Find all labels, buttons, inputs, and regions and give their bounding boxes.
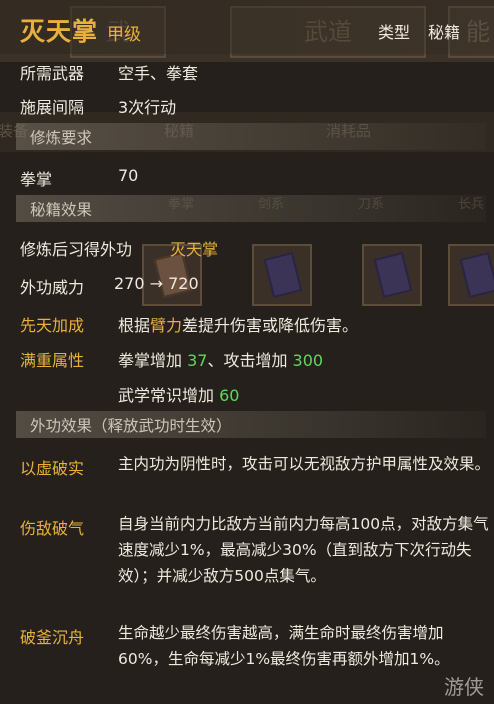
req-skill-value: 70 bbox=[118, 166, 139, 185]
effect-name: 伤敌破气 bbox=[20, 519, 85, 538]
req-skill-label: 拳掌 bbox=[20, 170, 53, 189]
power-value: 270 → 720 bbox=[114, 274, 199, 293]
learn-label: 修炼后习得外功 bbox=[20, 240, 133, 259]
full-weight-line-1: 拳掌增加 37、攻击增加 300 bbox=[118, 347, 323, 371]
weapon-value: 空手、拳套 bbox=[118, 64, 199, 83]
section-title: 修炼要求 bbox=[30, 129, 93, 147]
interval-value: 3次行动 bbox=[118, 98, 177, 117]
item-grade: 甲级 bbox=[107, 25, 141, 45]
innate-attr: 臂力 bbox=[150, 316, 183, 335]
item-title: 灭天掌 bbox=[20, 17, 99, 46]
section-cultivation: 修炼要求 bbox=[16, 123, 486, 150]
learn-value: 灭天掌 bbox=[170, 240, 219, 259]
innate-label: 先天加成 bbox=[20, 316, 85, 335]
effect-description: 主内功为阴性时，攻击可以无视敌方护甲属性及效果。 bbox=[118, 455, 491, 473]
effect-description: 生命越少最终伤害越高，满生命时最终伤害增加60%，生命每减少1%最终伤害再额外增… bbox=[118, 624, 450, 668]
power-label: 外功威力 bbox=[20, 278, 85, 297]
full-weight-label: 满重属性 bbox=[20, 351, 85, 370]
effect-description: 自身当前内力比敌方当前内力每高100点，对敌方集气速度减少1%，最高减少30%（… bbox=[118, 515, 489, 585]
watermark: 游侠 bbox=[444, 675, 484, 699]
section-external-effect: 外功效果（释放武功时生效） bbox=[16, 411, 486, 438]
full-stat-c: 、攻击增加 bbox=[207, 351, 293, 370]
item-tooltip: 灭天掌 甲级 类型 秘籍 所需武器 空手、拳套 施展间隔 3次行动 修炼要求 拳… bbox=[0, 0, 494, 704]
full-stat-e: 武学常识增加 bbox=[118, 386, 220, 405]
full-weight-line-2: 武学常识增加 60 bbox=[118, 382, 239, 406]
effect-name: 以虚破实 bbox=[20, 459, 85, 478]
section-title: 外功效果（释放武功时生效） bbox=[30, 417, 232, 435]
type-value: 秘籍 bbox=[428, 23, 461, 42]
section-title: 秘籍效果 bbox=[30, 201, 93, 219]
full-stat-b: 37 bbox=[187, 351, 208, 370]
type-label: 类型 bbox=[378, 23, 411, 42]
full-stat-f: 60 bbox=[219, 386, 240, 405]
full-stat-d: 300 bbox=[292, 351, 324, 370]
effect-name: 破釜沉舟 bbox=[20, 628, 85, 647]
innate-suffix: 差提升伤害或降低伤害。 bbox=[182, 316, 359, 335]
weapon-label: 所需武器 bbox=[20, 64, 85, 83]
section-manual-effect: 秘籍效果 bbox=[16, 195, 486, 222]
interval-label: 施展间隔 bbox=[20, 98, 85, 117]
full-stat-a: 拳掌增加 bbox=[118, 351, 188, 370]
innate-prefix: 根据 bbox=[118, 316, 151, 335]
innate-value: 根据臂力差提升伤害或降低伤害。 bbox=[118, 312, 358, 336]
